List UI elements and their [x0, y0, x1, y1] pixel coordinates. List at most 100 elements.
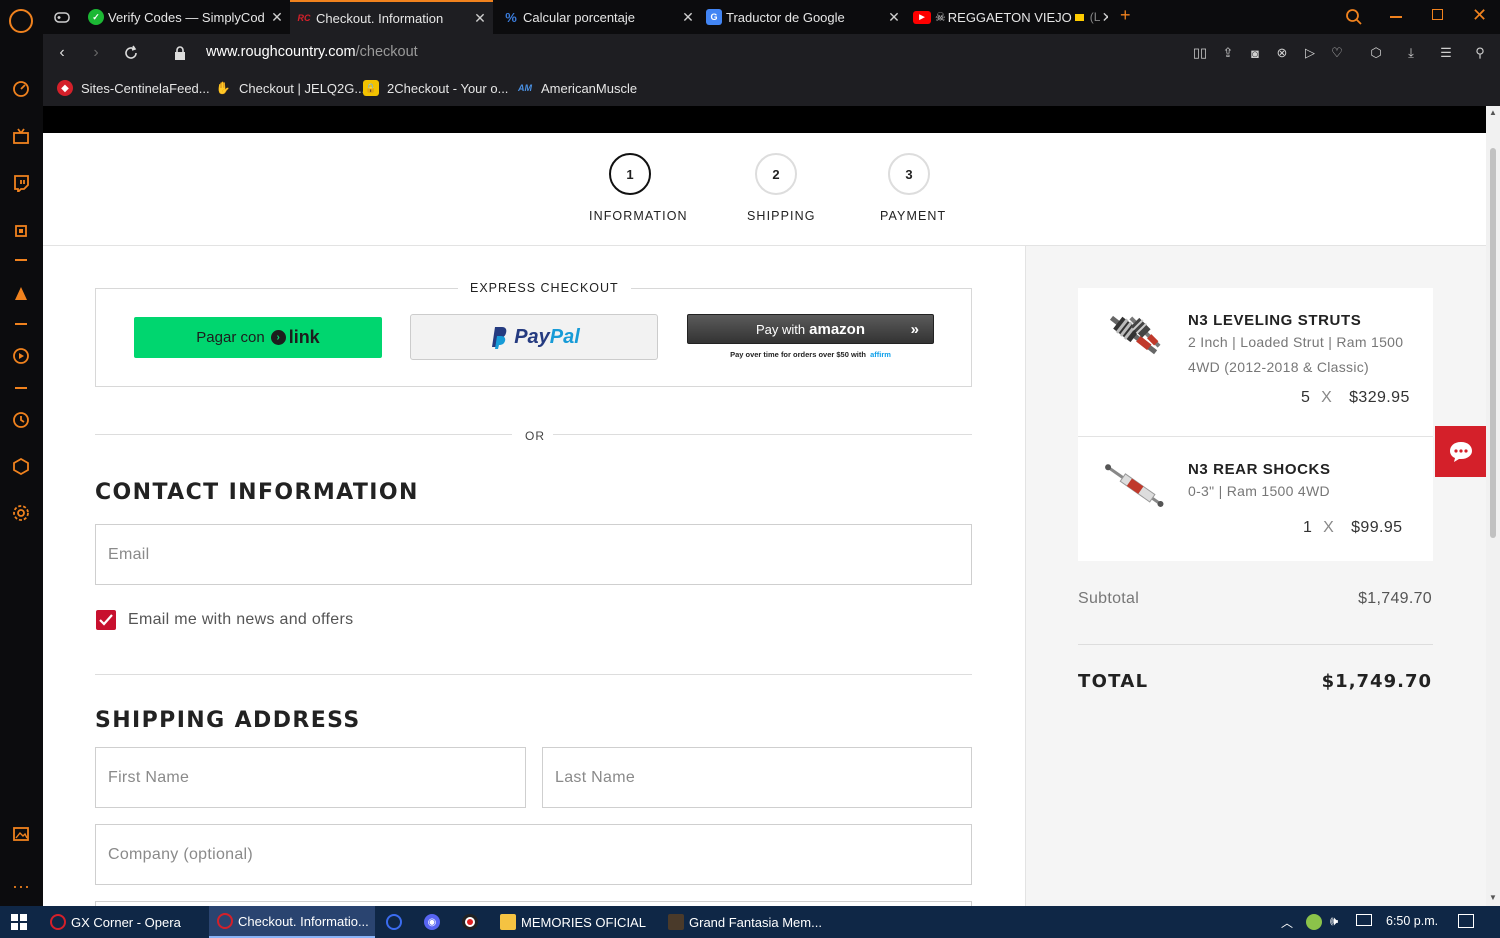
taskbar-item-checkout[interactable]: Checkout. Informatio...: [209, 906, 375, 938]
gx-control-icon[interactable]: [10, 78, 32, 100]
item-price: $329.95: [1349, 389, 1410, 406]
company-field[interactable]: Company (optional): [95, 824, 972, 885]
gamepad-icon[interactable]: [53, 8, 71, 26]
cpu-limiter-icon[interactable]: [10, 220, 32, 242]
checkout-page: 1 INFORMATION 2 SHIPPING 3 PAYMENT N3 LE…: [43, 106, 1486, 906]
bookmark-item[interactable]: 🔒 2Checkout - Your o...: [363, 80, 508, 96]
taskbar-item-opera[interactable]: [386, 906, 407, 938]
amazon-pay-button[interactable]: Pay with amazon »: [687, 314, 934, 344]
paypal-button[interactable]: Pay Pal: [410, 314, 658, 360]
game-icon: [668, 914, 684, 930]
close-tab-icon[interactable]: ✕: [473, 10, 487, 27]
tab-title: Calcular porcentaje: [523, 9, 636, 25]
scroll-down-arrow-icon[interactable]: ▼: [1489, 893, 1497, 902]
clock[interactable]: 6:50 p.m.: [1386, 914, 1438, 928]
player-icon[interactable]: [10, 345, 32, 367]
adblock-icon[interactable]: ⊗: [1273, 44, 1291, 62]
item-quantity: 5 X $329.95: [1301, 389, 1410, 407]
bookmark-label: Sites-CentinelaFeed...: [81, 80, 210, 96]
workspace-icon[interactable]: [10, 282, 32, 304]
url-field[interactable]: www.roughcountry.com/checkout: [206, 44, 418, 60]
easy-setup-icon[interactable]: ☰: [1437, 44, 1455, 62]
bookmark-item[interactable]: ◆ Sites-CentinelaFeed...: [57, 80, 210, 96]
newsletter-label[interactable]: Email me with news and offers: [128, 611, 353, 629]
extensions-cube-icon[interactable]: ⬡: [1367, 44, 1385, 62]
step-2-circle[interactable]: 2: [755, 153, 797, 195]
close-tab-icon[interactable]: ✕: [1100, 9, 1108, 26]
tab-checkout-information[interactable]: RC Checkout. Information ✕: [290, 0, 493, 34]
bookmark-item[interactable]: ✋ Checkout | JELQ2G...: [215, 80, 366, 96]
taskbar-item-gx-corner[interactable]: GX Corner - Opera: [44, 906, 204, 938]
opera-logo-icon[interactable]: [9, 9, 33, 33]
close-tab-icon[interactable]: ✕: [887, 9, 901, 26]
forward-arrow-icon[interactable]: ›: [86, 43, 106, 63]
restore-icon[interactable]: [1432, 9, 1443, 20]
last-name-field[interactable]: Last Name: [542, 747, 972, 808]
step-2-label[interactable]: SHIPPING: [747, 209, 816, 223]
taskbar-item-memories-folder[interactable]: MEMORIES OFICIAL: [494, 906, 654, 938]
link-pay-button[interactable]: Pagar con › link: [134, 317, 382, 358]
sidebar-separator: [15, 259, 27, 261]
address-bar-row: ‹ › www.roughcountry.com/checkout ▯▯ ⇪ ◙…: [43, 34, 1500, 72]
item-quantity: 1 X $99.95: [1303, 519, 1402, 537]
reader-mode-icon[interactable]: ▯▯: [1191, 44, 1209, 62]
snapshot-camera-icon[interactable]: ◙: [1246, 44, 1264, 62]
search-icon[interactable]: [1345, 8, 1363, 31]
tab-reggaeton-viejo[interactable]: ▶ ☠ REGGAETON VIEJO (L ✕: [913, 0, 1108, 34]
taskbar-item-recorder[interactable]: [462, 906, 483, 938]
step-3-circle[interactable]: 3: [888, 153, 930, 195]
tab-traductor-de-google[interactable]: G Traductor de Google ✕: [706, 0, 901, 34]
profile-icon[interactable]: ⚲: [1471, 44, 1489, 62]
scroll-up-arrow-icon[interactable]: ▲: [1489, 108, 1497, 117]
back-arrow-icon[interactable]: ‹: [52, 43, 72, 63]
scroll-thumb[interactable]: [1490, 148, 1496, 538]
close-tab-icon[interactable]: ✕: [681, 9, 695, 26]
affirm-brand: affirm: [870, 350, 891, 359]
chat-button[interactable]: [1435, 426, 1486, 477]
extensions-icon[interactable]: [10, 455, 32, 477]
taskbar-item-grand-fantasia[interactable]: Grand Fantasia Mem...: [662, 906, 822, 938]
minimize-icon[interactable]: [1390, 16, 1402, 18]
bookmark-label: 2Checkout - Your o...: [387, 80, 509, 96]
notifications-icon[interactable]: [1458, 914, 1474, 928]
send-icon[interactable]: ▷: [1301, 44, 1319, 62]
tab-calcular-porcentaje[interactable]: % Calcular porcentaje ✕: [503, 0, 695, 34]
qty-value: 5: [1301, 389, 1311, 406]
heart-icon[interactable]: ♡: [1328, 44, 1346, 62]
volume-icon[interactable]: 🕪: [1330, 913, 1338, 929]
newsletter-checkbox[interactable]: [96, 610, 116, 630]
more-dots-icon[interactable]: ···: [10, 875, 32, 897]
tray-app-icon[interactable]: [1306, 914, 1322, 930]
download-icon[interactable]: ⤓: [1402, 44, 1420, 62]
share-icon[interactable]: ⇪: [1219, 44, 1237, 62]
sidebar-separator: [15, 387, 27, 389]
total-value: $1,749.70: [1321, 671, 1432, 692]
wallpaper-icon[interactable]: [10, 823, 32, 845]
history-icon[interactable]: [10, 409, 32, 431]
page-scrollbar[interactable]: ▲ ▼: [1486, 106, 1500, 906]
email-field[interactable]: Email: [95, 524, 972, 585]
first-name-field[interactable]: First Name: [95, 747, 526, 808]
new-tab-plus-icon[interactable]: +: [1120, 5, 1131, 26]
taskbar-item-discord[interactable]: ◉: [424, 906, 445, 938]
twitch-icon[interactable]: [10, 172, 32, 194]
tab-verify-codes[interactable]: ✓ Verify Codes — SimplyCod ✕: [88, 0, 284, 34]
cart-item: N3 REAR SHOCKS 0-3" | Ram 1500 4WD 1 X $…: [1078, 437, 1433, 561]
lock-icon[interactable]: [170, 43, 190, 63]
url-domain: www.roughcountry.com: [206, 44, 356, 60]
reload-icon[interactable]: [121, 43, 141, 63]
folder-icon: [500, 914, 516, 930]
network-icon[interactable]: [1356, 914, 1372, 926]
gx-corner-icon[interactable]: [10, 125, 32, 147]
tray-chevron-up-icon[interactable]: ︿: [1281, 914, 1293, 931]
step-1-circle[interactable]: 1: [609, 153, 651, 195]
close-window-icon[interactable]: ✕: [1472, 5, 1487, 26]
settings-gear-icon[interactable]: [10, 502, 32, 524]
item-variant: 2 Inch | Loaded Strut | Ram 1500 4WD (20…: [1188, 330, 1403, 380]
step-1-label[interactable]: INFORMATION: [589, 209, 688, 223]
record-icon: [462, 914, 478, 930]
windows-start-icon[interactable]: [11, 914, 27, 935]
step-3-label[interactable]: PAYMENT: [880, 209, 946, 223]
bookmark-item[interactable]: AM AmericanMuscle: [517, 80, 637, 96]
close-tab-icon[interactable]: ✕: [270, 9, 284, 26]
